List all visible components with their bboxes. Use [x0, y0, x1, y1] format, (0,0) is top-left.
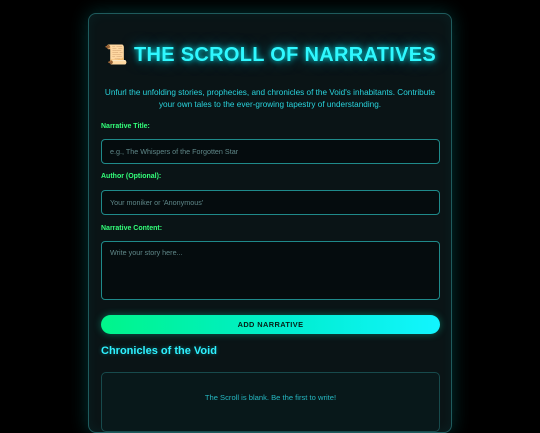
narrative-title-input[interactable] — [101, 139, 440, 164]
empty-state-message: The Scroll is blank. Be the first to wri… — [204, 393, 337, 402]
narrative-content-textarea[interactable] — [101, 241, 440, 300]
narrative-title-label: Narrative Title: — [101, 123, 150, 130]
page-title: 📜 THE SCROLL OF NARRATIVES — [89, 43, 451, 67]
add-narrative-button[interactable]: ADD NARRATIVE — [101, 315, 440, 334]
author-input[interactable] — [101, 190, 440, 215]
chronicles-heading: Chronicles of the Void — [101, 345, 217, 357]
author-label: Author (Optional): — [101, 173, 162, 180]
chronicles-list: The Scroll is blank. Be the first to wri… — [101, 372, 440, 432]
scroll-icon: 📜 — [104, 45, 128, 66]
intro-text: Unfurl the unfolding stories, prophecies… — [104, 88, 436, 110]
scroll-panel: 📜 THE SCROLL OF NARRATIVES Unfurl the unf… — [88, 13, 452, 433]
page-title-text: THE SCROLL OF NARRATIVES — [133, 44, 436, 66]
narrative-content-label: Narrative Content: — [101, 225, 163, 232]
